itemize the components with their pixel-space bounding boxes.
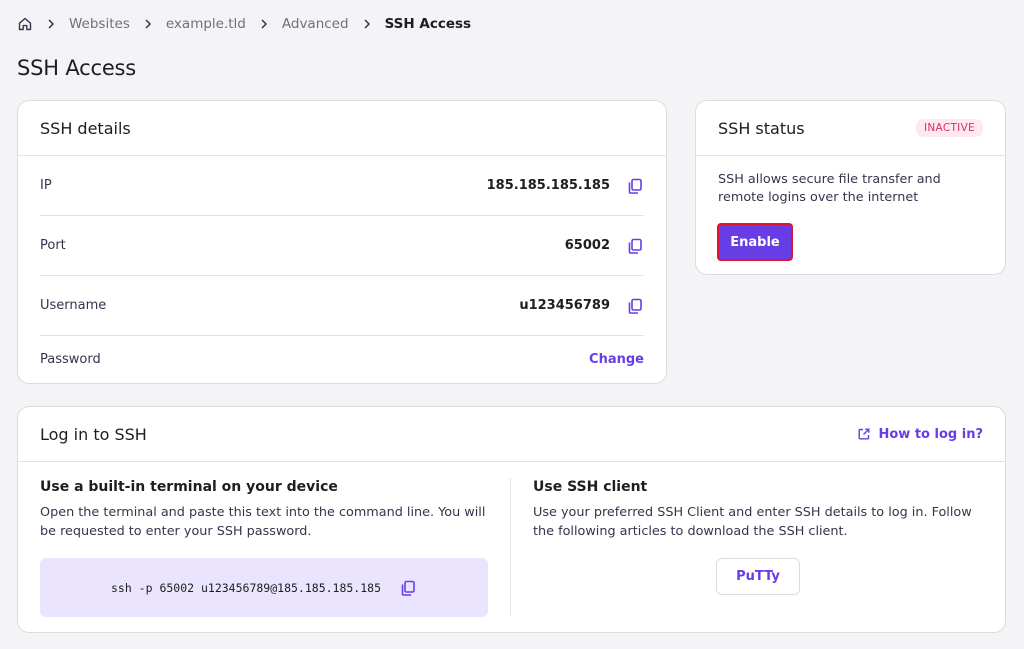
copy-icon[interactable]: [399, 579, 417, 597]
username-value: u123456789: [519, 298, 610, 313]
how-to-login-link[interactable]: How to log in?: [857, 426, 984, 442]
breadcrumb-current: SSH Access: [384, 16, 472, 32]
breadcrumb-item-domain[interactable]: example.tld: [166, 16, 246, 32]
password-label: Password: [40, 352, 101, 367]
ssh-details-title: SSH details: [18, 101, 666, 156]
ssh-client-section: Use SSH client Use your preferred SSH Cl…: [511, 478, 1005, 616]
detail-row-port: Port 65002: [40, 216, 644, 276]
detail-row-username: Username u123456789: [40, 276, 644, 336]
login-ssh-card: Log in to SSH How to log in? Use a built…: [17, 406, 1006, 633]
breadcrumb-item-advanced[interactable]: Advanced: [282, 16, 349, 32]
copy-icon[interactable]: [626, 297, 644, 315]
port-value: 65002: [564, 238, 610, 253]
ssh-status-description: SSH allows secure file transfer and remo…: [718, 172, 941, 205]
status-badge: INACTIVE: [915, 119, 983, 137]
terminal-section: Use a built-in terminal on your device O…: [18, 478, 511, 617]
home-icon[interactable]: [17, 16, 33, 32]
page-title: SSH Access: [17, 56, 137, 80]
login-ssh-title: Log in to SSH: [40, 424, 147, 444]
ssh-status-header: SSH status INACTIVE: [696, 101, 1005, 156]
chevron-right-icon: [44, 17, 58, 31]
ssh-client-description: Use your preferred SSH Client and enter …: [533, 505, 972, 539]
detail-row-ip: IP 185.185.185.185: [40, 156, 644, 216]
chevron-right-icon: [257, 17, 271, 31]
ip-value: 185.185.185.185: [486, 178, 610, 193]
copy-icon[interactable]: [626, 177, 644, 195]
external-link-icon: [857, 427, 871, 441]
terminal-description: Open the terminal and paste this text in…: [40, 505, 486, 539]
ssh-client-heading: Use SSH client: [533, 479, 648, 495]
chevron-right-icon: [141, 17, 155, 31]
copy-icon[interactable]: [626, 237, 644, 255]
how-to-login-label: How to log in?: [878, 426, 984, 442]
login-ssh-header: Log in to SSH How to log in?: [18, 407, 1005, 462]
enable-button[interactable]: Enable: [717, 223, 793, 261]
change-password-link[interactable]: Change: [589, 352, 644, 367]
ssh-command: ssh -p 65002 u123456789@185.185.185.185: [110, 580, 382, 595]
username-label: Username: [40, 298, 107, 313]
putty-button[interactable]: PuTTy: [716, 558, 800, 595]
port-label: Port: [40, 238, 66, 253]
breadcrumb-item-websites[interactable]: Websites: [69, 16, 130, 32]
chevron-right-icon: [360, 17, 374, 31]
ssh-status-title: SSH status: [718, 118, 805, 138]
ssh-status-card: SSH status INACTIVE SSH allows secure fi…: [695, 100, 1006, 275]
terminal-heading: Use a built-in terminal on your device: [40, 479, 338, 495]
ssh-command-box: ssh -p 65002 u123456789@185.185.185.185: [40, 558, 488, 617]
ssh-details-card: SSH details IP 185.185.185.185 Port 6500…: [17, 100, 667, 384]
breadcrumb: Websites example.tld Advanced SSH Access: [17, 14, 471, 34]
ip-label: IP: [40, 178, 52, 193]
detail-row-password: Password Change: [40, 336, 644, 383]
login-ssh-body: Use a built-in terminal on your device O…: [18, 462, 1005, 632]
